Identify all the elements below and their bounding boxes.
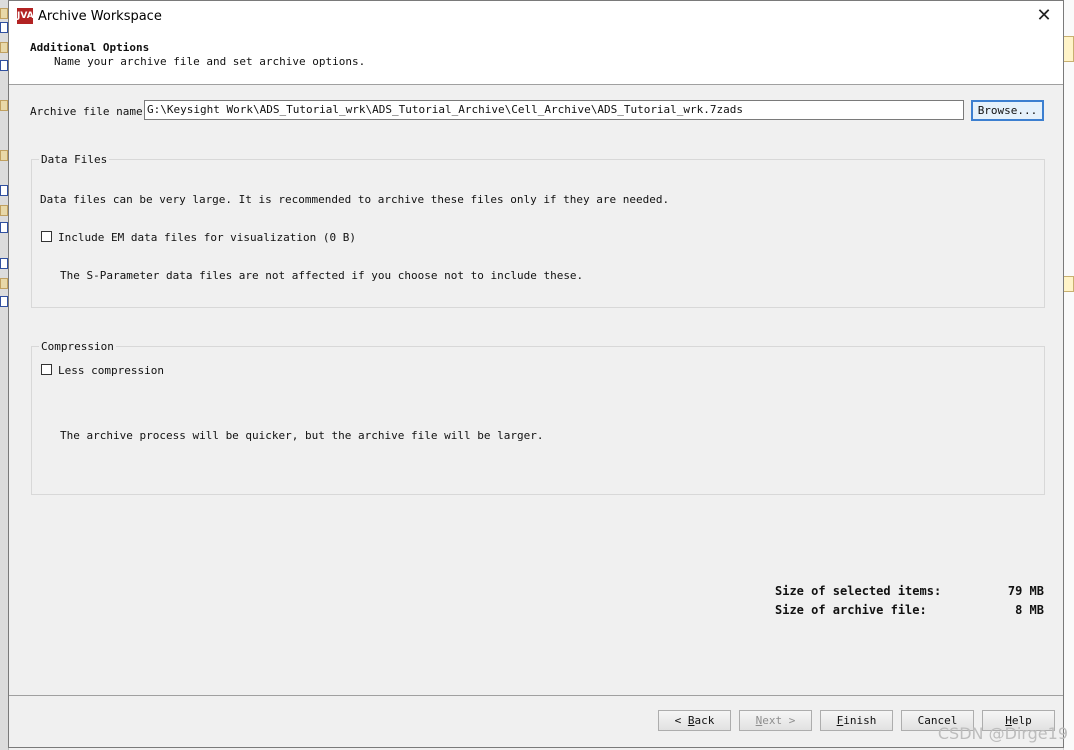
compression-group-title: Compression bbox=[39, 340, 116, 353]
file-icon bbox=[0, 60, 8, 71]
folder-icon bbox=[0, 42, 8, 53]
next-button[interactable]: Next > bbox=[739, 710, 812, 731]
include-em-data-checkbox[interactable] bbox=[41, 231, 52, 242]
background-panel bbox=[1063, 276, 1074, 292]
page-title: Additional Options bbox=[30, 41, 150, 54]
file-icon bbox=[0, 222, 8, 233]
compression-note: The archive process will be quicker, but… bbox=[60, 429, 544, 442]
finish-label: inish bbox=[843, 714, 877, 727]
archive-file-name-input[interactable]: G:\Keysight Work\ADS_Tutorial_wrk\ADS_Tu… bbox=[144, 100, 964, 120]
data-files-description: Data files can be very large. It is reco… bbox=[40, 193, 670, 206]
data-files-group-title: Data Files bbox=[39, 153, 110, 166]
folder-icon bbox=[0, 150, 8, 161]
back-mnemonic: B bbox=[687, 714, 695, 727]
watermark: CSDN @Dirge19 bbox=[937, 724, 1068, 743]
file-icon bbox=[0, 22, 8, 33]
folder-icon bbox=[0, 205, 8, 216]
back-button[interactable]: < Back bbox=[658, 710, 731, 731]
wizard-header: Additional Options Name your archive fil… bbox=[9, 32, 1063, 85]
selected-items-size-label: Size of selected items: bbox=[775, 584, 942, 598]
close-icon[interactable]: ✕ bbox=[1031, 4, 1057, 28]
less-compression-checkbox[interactable] bbox=[41, 364, 52, 375]
folder-icon bbox=[0, 8, 8, 19]
title-bar: JVA Archive Workspace ✕ bbox=[9, 1, 1063, 32]
compression-group bbox=[31, 346, 1045, 495]
next-suffix: > bbox=[782, 714, 796, 727]
archive-file-size-label: Size of archive file: bbox=[775, 603, 927, 617]
browse-button[interactable]: Browse... bbox=[971, 100, 1044, 121]
selected-items-size-value: 79 MB bbox=[1007, 584, 1044, 598]
archive-file-name-label: Archive file name: bbox=[30, 105, 150, 118]
file-icon bbox=[0, 185, 8, 196]
include-em-data-label[interactable]: Include EM data files for visualization … bbox=[58, 231, 356, 244]
folder-icon bbox=[0, 100, 8, 111]
archive-workspace-dialog: JVA Archive Workspace ✕ Additional Optio… bbox=[8, 0, 1064, 748]
folder-icon bbox=[0, 278, 8, 289]
app-icon: JVA bbox=[17, 8, 34, 24]
back-label: ack bbox=[694, 714, 715, 727]
window-title: Archive Workspace bbox=[38, 9, 162, 24]
less-compression-label[interactable]: Less compression bbox=[58, 364, 164, 377]
background-window-right bbox=[1063, 0, 1074, 750]
back-prefix: < bbox=[674, 714, 688, 727]
s-parameter-note: The S-Parameter data files are not affec… bbox=[60, 269, 584, 282]
file-icon bbox=[0, 258, 8, 269]
footer-divider bbox=[9, 695, 1063, 696]
next-label: ext bbox=[762, 714, 783, 727]
page-subtitle: Name your archive file and set archive o… bbox=[54, 55, 366, 68]
background-panel bbox=[1063, 36, 1074, 62]
finish-button[interactable]: Finish bbox=[820, 710, 893, 731]
archive-file-size-value: 8 MB bbox=[1015, 603, 1044, 617]
file-icon bbox=[0, 296, 8, 307]
